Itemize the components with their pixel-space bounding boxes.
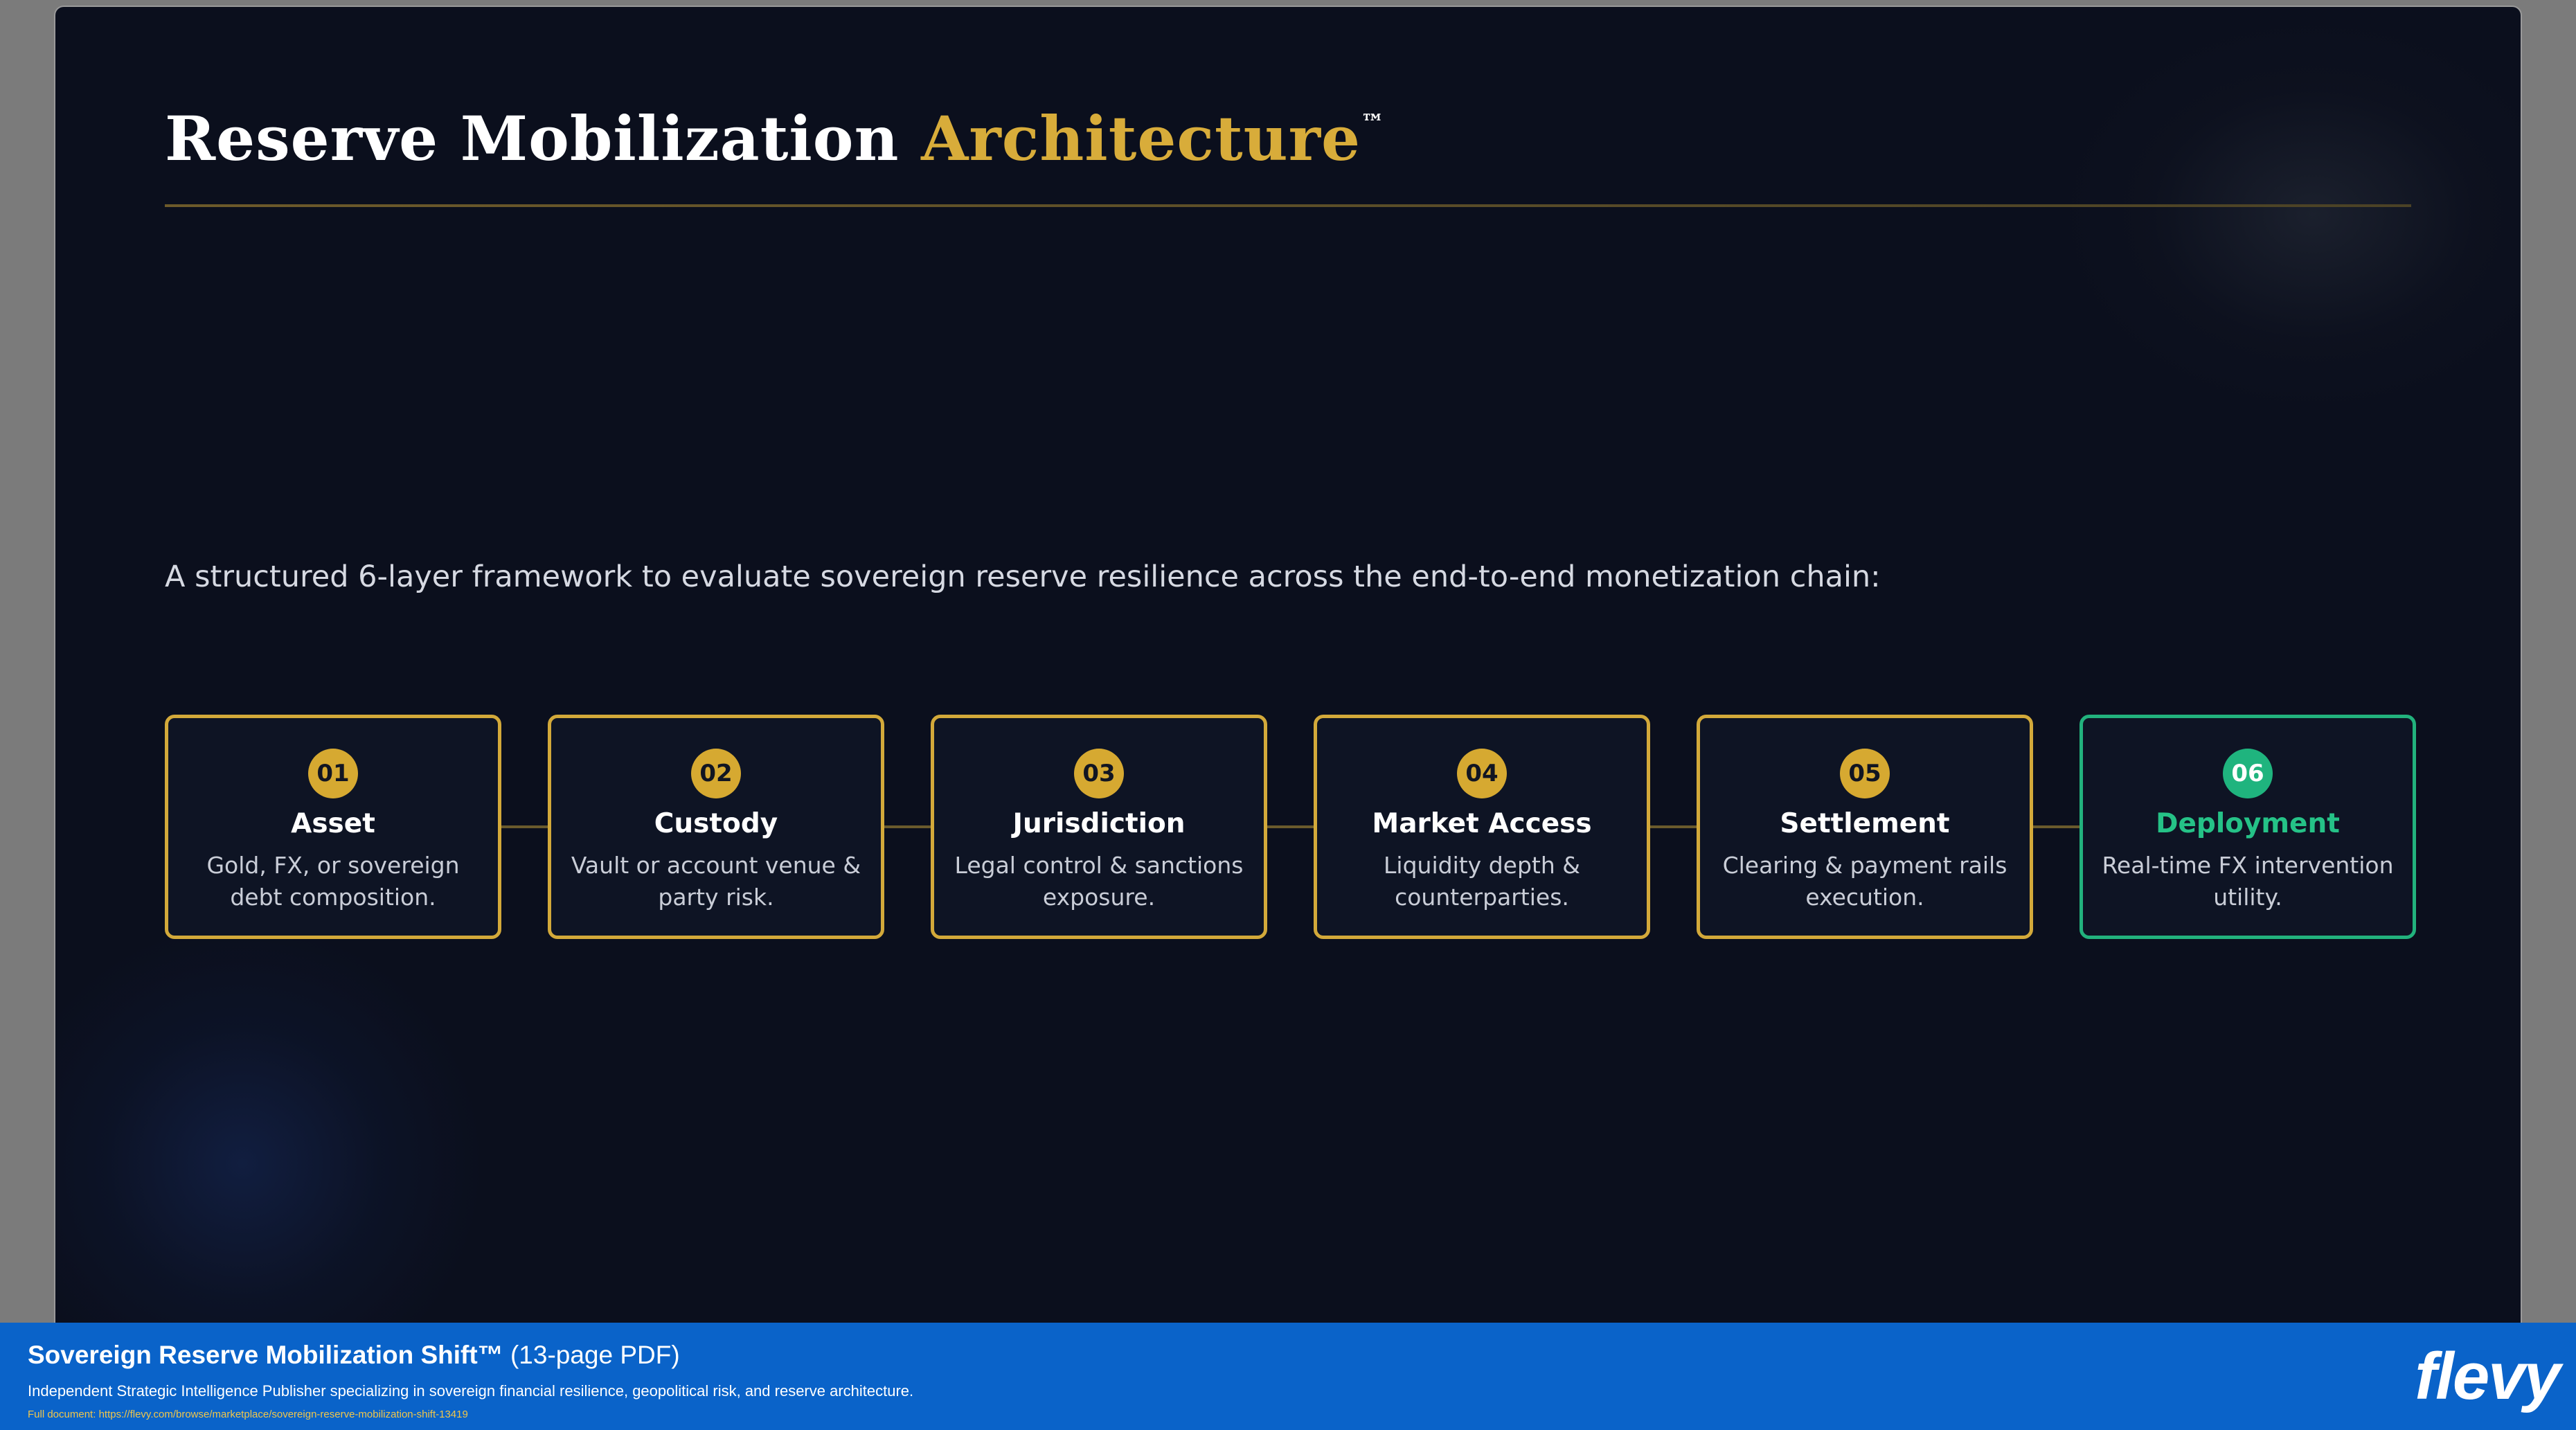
intro-text: A structured 6-layer framework to evalua… [165, 560, 1881, 594]
step-description-line-1: Liquidity depth & [1384, 852, 1580, 879]
decorative-glow-bottom-left [55, 921, 485, 1323]
step-card-market-access: 04 Market Access Liquidity depth & counte… [1314, 715, 1650, 939]
step-number-badge: 04 [1457, 749, 1507, 798]
step-card-asset: 01 Asset Gold, FX, or sovereign debt comp… [165, 715, 501, 939]
step-title: Deployment [2156, 808, 2340, 839]
step-connector [1649, 825, 1697, 828]
title-trademark: ™ [1360, 109, 1385, 137]
step-description-line-2: utility. [2213, 884, 2282, 911]
step-description-line-1: Clearing & payment rails [1722, 852, 2007, 879]
step-card-custody: 02 Custody Vault or account venue & party… [548, 715, 884, 939]
document-title: Sovereign Reserve Mobilization Shift™ (1… [28, 1341, 680, 1370]
step-connector [2032, 825, 2079, 828]
page-count: (13-page PDF) [510, 1341, 680, 1369]
step-number-badge: 02 [691, 749, 741, 798]
step-description: Gold, FX, or sovereign debt composition. [181, 850, 485, 913]
full-document-link-row: Full document: https://flevy.com/browse/… [28, 1409, 468, 1420]
step-number-badge: 03 [1074, 749, 1124, 798]
step-description-line-2: debt composition. [230, 884, 436, 911]
step-description-line-2: party risk. [658, 884, 774, 911]
document-info-banner: Sovereign Reserve Mobilization Shift™ (1… [0, 1323, 2576, 1430]
step-description-line-2: counterparties. [1395, 884, 1569, 911]
step-description-line-1: Gold, FX, or sovereign [206, 852, 460, 879]
step-connector [1267, 825, 1314, 828]
title-divider [165, 204, 2411, 207]
title-part-1: Reserve Mobilization [165, 102, 900, 175]
slide: Reserve Mobilization Architecture™ A str… [55, 7, 2521, 1323]
step-description-line-2: execution. [1805, 884, 1924, 911]
step-number-badge: 06 [2223, 749, 2273, 798]
step-description: Real-time FX intervention utility. [2095, 850, 2400, 913]
step-description: Liquidity depth & counterparties. [1330, 850, 1634, 913]
slide-title: Reserve Mobilization Architecture™ [165, 102, 1385, 175]
full-document-label: Full document: [28, 1409, 96, 1420]
step-title: Asset [291, 808, 375, 839]
step-card-deployment: 06 Deployment Real-time FX intervention u… [2079, 715, 2416, 939]
step-card-settlement: 05 Settlement Clearing & payment rails ex… [1697, 715, 2033, 939]
step-description-line-1: Legal control & sanctions [954, 852, 1244, 879]
step-description: Clearing & payment rails execution. [1712, 850, 2017, 913]
step-title: Custody [654, 808, 778, 839]
step-title: Market Access [1372, 808, 1592, 839]
decorative-glow-top-right [2064, 21, 2521, 409]
framework-steps: 01 Asset Gold, FX, or sovereign debt comp… [165, 715, 2416, 939]
title-part-2: Architecture [921, 102, 1361, 175]
publisher-description: Independent Strategic Intelligence Publi… [28, 1382, 914, 1400]
step-number-badge: 05 [1840, 749, 1890, 798]
step-connector [501, 825, 548, 828]
flevy-logo[interactable]: flevy [2415, 1343, 2561, 1410]
step-description-line-2: exposure. [1042, 884, 1156, 911]
step-title: Settlement [1780, 808, 1950, 839]
step-description: Vault or account venue & party risk. [564, 850, 868, 913]
step-description-line-1: Vault or account venue & [571, 852, 861, 879]
full-document-link[interactable]: https://flevy.com/browse/marketplace/sov… [99, 1409, 468, 1420]
step-connector [884, 825, 931, 828]
step-description-line-1: Real-time FX intervention [2102, 852, 2394, 879]
step-description: Legal control & sanctions exposure. [947, 850, 1251, 913]
step-title: Jurisdiction [1012, 808, 1186, 839]
document-name: Sovereign Reserve Mobilization Shift™ [28, 1341, 503, 1369]
step-card-jurisdiction: 03 Jurisdiction Legal control & sanction… [931, 715, 1267, 939]
document-viewer: Reserve Mobilization Architecture™ A str… [0, 0, 2576, 1430]
step-number-badge: 01 [308, 749, 358, 798]
